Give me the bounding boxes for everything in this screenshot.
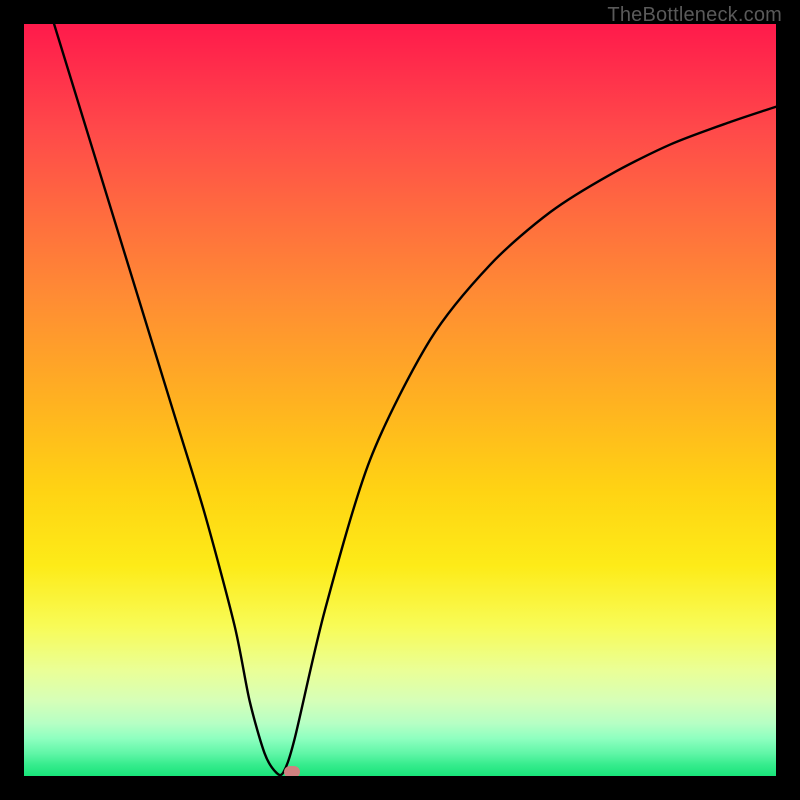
optimal-marker xyxy=(284,766,300,776)
chart-frame: TheBottleneck.com xyxy=(0,0,800,800)
watermark-text: TheBottleneck.com xyxy=(607,4,782,27)
bottleneck-curve xyxy=(24,24,776,776)
plot-area xyxy=(24,24,776,776)
